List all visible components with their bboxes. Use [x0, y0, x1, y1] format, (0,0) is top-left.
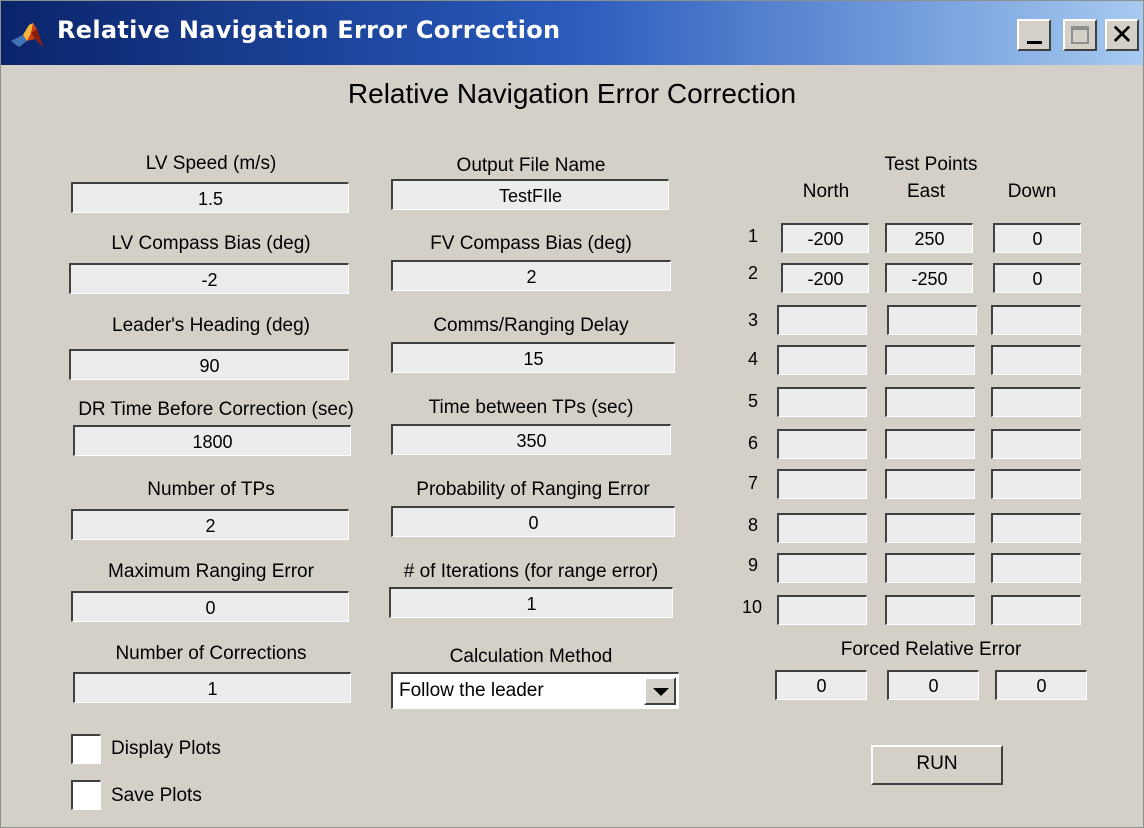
comms-ranging-delay-label: Comms/Ranging Delay [433, 315, 629, 336]
forced-error-down-field[interactable] [995, 670, 1087, 700]
max-ranging-error-label: Maximum Ranging Error [108, 561, 314, 582]
tp-east-field[interactable] [885, 387, 975, 417]
output-file-name-label: Output File Name [456, 155, 606, 176]
output-file-name-field[interactable] [391, 179, 669, 210]
tp-north-field[interactable] [781, 263, 869, 293]
iterations-field[interactable] [389, 587, 673, 618]
row-number: 2 [747, 263, 758, 283]
row-number: 1 [747, 226, 758, 246]
display-plots-checkbox[interactable] [71, 734, 101, 764]
row-number: 7 [747, 473, 758, 493]
column-header-north: North [802, 181, 850, 202]
tp-down-field[interactable] [991, 345, 1081, 375]
run-button[interactable]: RUN [871, 745, 1003, 785]
tp-north-field[interactable] [777, 387, 867, 417]
app-window: Relative Navigation Error Correction ✕ R… [0, 0, 1144, 828]
tp-north-field[interactable] [777, 469, 867, 499]
close-icon: ✕ [1110, 18, 1134, 51]
tp-north-field[interactable] [777, 553, 867, 583]
tp-down-field[interactable] [991, 513, 1081, 543]
tp-down-field[interactable] [991, 469, 1081, 499]
tp-east-field[interactable] [885, 595, 975, 625]
row-number: 6 [747, 433, 758, 453]
minimize-icon [1027, 41, 1042, 44]
save-plots-label: Save Plots [111, 785, 202, 806]
dr-time-label: DR Time Before Correction (sec) [78, 399, 354, 420]
tp-down-field[interactable] [993, 223, 1081, 253]
number-of-tps-field[interactable] [71, 509, 349, 540]
tp-down-field[interactable] [991, 305, 1081, 335]
tp-north-field[interactable] [777, 429, 867, 459]
tp-east-field[interactable] [885, 223, 973, 253]
iterations-label: # of Iterations (for range error) [403, 561, 659, 582]
leader-heading-field[interactable] [69, 349, 349, 380]
number-of-corrections-field[interactable] [73, 672, 351, 703]
tp-east-field[interactable] [885, 345, 975, 375]
forced-error-east-field[interactable] [887, 670, 979, 700]
calculation-method-value: Follow the leader [399, 680, 544, 701]
calculation-method-select[interactable]: Follow the leader [391, 672, 679, 709]
display-plots-label: Display Plots [111, 738, 221, 759]
lv-compass-bias-label: LV Compass Bias (deg) [111, 233, 311, 254]
tp-north-field[interactable] [777, 305, 867, 335]
chevron-down-icon [653, 688, 669, 696]
tp-down-field[interactable] [991, 429, 1081, 459]
minimize-button[interactable] [1017, 19, 1051, 51]
comms-ranging-delay-field[interactable] [391, 342, 675, 373]
forced-relative-error-label: Forced Relative Error [840, 639, 1022, 660]
max-ranging-error-field[interactable] [71, 591, 349, 622]
tp-north-field[interactable] [777, 595, 867, 625]
row-number: 10 [741, 597, 763, 617]
row-number: 9 [747, 555, 758, 575]
tp-north-field[interactable] [777, 513, 867, 543]
column-header-down: Down [1007, 181, 1057, 202]
time-between-tps-label: Time between TPs (sec) [428, 397, 634, 418]
number-of-corrections-label: Number of Corrections [115, 643, 307, 664]
tp-east-field[interactable] [885, 263, 973, 293]
tp-down-field[interactable] [991, 387, 1081, 417]
probability-ranging-error-label: Probability of Ranging Error [416, 479, 650, 500]
tp-north-field[interactable] [777, 345, 867, 375]
tp-east-field[interactable] [885, 513, 975, 543]
lv-compass-bias-field[interactable] [69, 263, 349, 294]
fv-compass-bias-field[interactable] [391, 260, 671, 291]
title-bar[interactable]: Relative Navigation Error Correction ✕ [1, 1, 1143, 65]
save-plots-checkbox[interactable] [71, 780, 101, 810]
maximize-icon [1071, 26, 1089, 44]
number-of-tps-label: Number of TPs [147, 479, 275, 500]
probability-ranging-error-field[interactable] [391, 506, 675, 537]
lv-speed-field[interactable] [71, 182, 349, 213]
row-number: 8 [747, 515, 758, 535]
forced-error-north-field[interactable] [775, 670, 867, 700]
tp-north-field[interactable] [781, 223, 869, 253]
page-heading: Relative Navigation Error Correction [347, 78, 797, 109]
tp-down-field[interactable] [991, 553, 1081, 583]
time-between-tps-field[interactable] [391, 424, 671, 455]
calculation-method-label: Calculation Method [449, 646, 613, 667]
dropdown-arrow-button[interactable] [644, 677, 676, 705]
tp-down-field[interactable] [993, 263, 1081, 293]
tp-east-field[interactable] [887, 305, 977, 335]
leader-heading-label: Leader's Heading (deg) [112, 315, 310, 336]
maximize-button[interactable] [1063, 19, 1097, 51]
lv-speed-label: LV Speed (m/s) [145, 153, 277, 174]
tp-down-field[interactable] [991, 595, 1081, 625]
window-title: Relative Navigation Error Correction [57, 16, 561, 44]
row-number: 5 [747, 391, 758, 411]
close-button[interactable]: ✕ [1105, 19, 1139, 51]
test-points-title: Test Points [884, 154, 978, 175]
row-number: 3 [747, 310, 758, 330]
column-header-east: East [906, 181, 946, 202]
tp-east-field[interactable] [885, 469, 975, 499]
fv-compass-bias-label: FV Compass Bias (deg) [430, 233, 632, 254]
tp-east-field[interactable] [885, 429, 975, 459]
row-number: 4 [747, 349, 758, 369]
matlab-logo-icon [11, 23, 43, 47]
dr-time-field[interactable] [73, 425, 351, 456]
tp-east-field[interactable] [885, 553, 975, 583]
